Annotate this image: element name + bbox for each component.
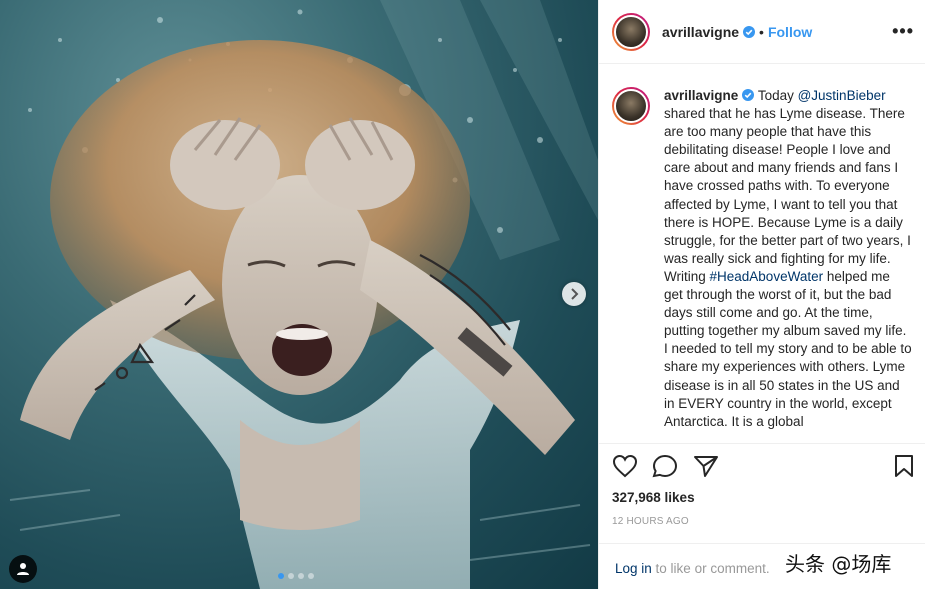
user-icon <box>17 563 29 575</box>
bookmark-icon[interactable] <box>894 454 914 478</box>
caption-text: avrillavigne Today @JustinBieber shared … <box>664 87 912 431</box>
carousel-indicator <box>278 573 314 579</box>
caption-username[interactable]: avrillavigne <box>664 88 738 103</box>
action-bar <box>612 454 917 484</box>
comment-footer: Log in to like or comment. 头条 @场库 <box>599 543 925 590</box>
heart-icon[interactable] <box>612 454 638 478</box>
header-separator: • <box>759 23 764 40</box>
carousel-dot <box>278 573 284 579</box>
caption-segment: shared that he has Lyme disease. There a… <box>664 106 911 284</box>
header-username[interactable]: avrillavigne <box>662 24 739 40</box>
carousel-dot <box>288 573 294 579</box>
post-timestamp[interactable]: 12 HOURS AGO <box>612 516 689 527</box>
chevron-right-icon <box>571 288 579 300</box>
caption-avatar[interactable] <box>612 87 650 125</box>
carousel-dot <box>298 573 304 579</box>
verified-badge-icon <box>742 89 755 101</box>
likes-count[interactable]: 327,968 likes <box>612 490 695 505</box>
post-photo[interactable] <box>0 0 598 589</box>
comments-area[interactable]: avrillavigne Today @JustinBieber shared … <box>599 65 925 444</box>
caption-link[interactable]: @JustinBieber <box>798 88 886 103</box>
login-link[interactable]: Log in <box>615 561 652 576</box>
caption: avrillavigne Today @JustinBieber shared … <box>599 65 925 431</box>
caption-segment: Today <box>757 88 798 103</box>
caption-segment: helped me get through the worst of it, b… <box>664 268 912 429</box>
follow-button[interactable]: Follow <box>768 24 812 40</box>
tagged-users-button[interactable] <box>9 555 37 583</box>
post-sidebar: avrillavigne • Follow ••• avrillavigne T… <box>598 0 925 589</box>
login-prompt: Log in to like or comment. <box>615 561 770 576</box>
avatar[interactable] <box>612 12 650 51</box>
login-prompt-text: to like or comment. <box>651 561 770 576</box>
watermark: 头条 @场库 <box>785 552 892 576</box>
underwater-photo <box>9 0 598 589</box>
share-icon[interactable] <box>693 454 719 478</box>
caption-link[interactable]: #HeadAboveWater <box>710 269 824 284</box>
more-options-icon[interactable]: ••• <box>892 21 914 42</box>
caption-body: Today @JustinBieber shared that he has L… <box>664 88 912 429</box>
verified-badge-icon <box>743 25 756 38</box>
comment-icon[interactable] <box>652 454 678 478</box>
post-header: avrillavigne • Follow ••• <box>599 0 925 64</box>
carousel-dot <box>308 573 314 579</box>
next-photo-button[interactable] <box>562 282 586 306</box>
